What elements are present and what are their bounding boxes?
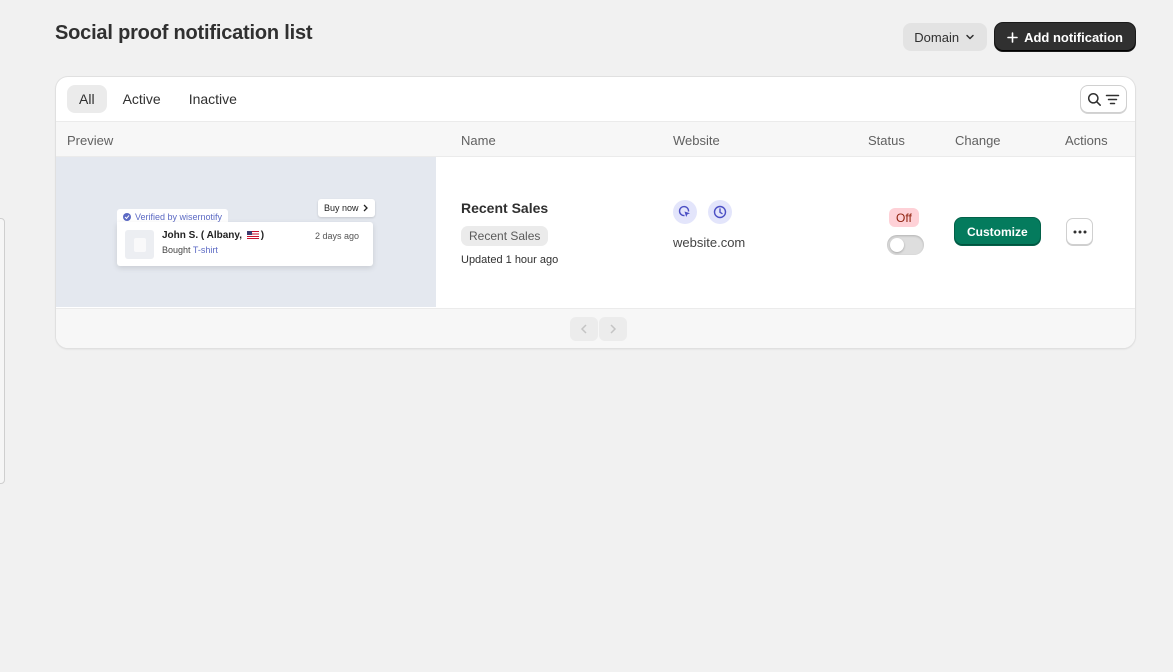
domain-dropdown-button[interactable]: Domain [903, 23, 988, 51]
bought-line: Bought T-shirt [162, 245, 218, 255]
domain-label: Domain [914, 29, 960, 45]
table-footer [56, 308, 1135, 348]
pagination [570, 317, 627, 341]
buy-now-button[interactable]: Buy now [318, 199, 375, 217]
more-actions-button[interactable] [1066, 218, 1093, 245]
column-header-change: Change [955, 133, 1001, 148]
notification-list-card: All Active Inactive Preview Name Website… [56, 77, 1135, 348]
previous-page-button[interactable] [570, 317, 598, 341]
header-actions: Domain Add notification [903, 23, 1135, 51]
table-header: Preview Name Website Status Change Actio… [56, 121, 1135, 157]
cursor-click-icon [673, 200, 697, 224]
column-header-name: Name [461, 133, 496, 148]
chevron-right-icon [610, 324, 617, 334]
notification-type-badge: Recent Sales [461, 226, 549, 246]
tab-active[interactable]: Active [111, 85, 173, 113]
chevron-left-icon [580, 324, 587, 334]
notification-name[interactable]: Recent Sales [461, 200, 548, 216]
search-filter-button[interactable] [1080, 85, 1127, 113]
bought-prefix: Bought [162, 245, 191, 255]
customer-location: John S. ( Albany, [162, 230, 243, 241]
product-thumbnail [125, 230, 154, 259]
website-url: website.com [673, 235, 746, 250]
notification-popup-preview: John S. ( Albany, ) 2 days ago Bought T-… [117, 222, 373, 266]
tab-inactive[interactable]: Inactive [177, 85, 249, 113]
verified-check-icon [123, 213, 131, 221]
product-name: T-shirt [192, 245, 218, 255]
notification-preview: Verified by wisernotify Buy now John S. … [56, 157, 436, 307]
status-badge: Off [889, 208, 919, 227]
filter-lines-icon [1105, 94, 1120, 104]
plus-icon [1007, 31, 1018, 43]
notification-time: 2 days ago [314, 231, 359, 241]
customize-button[interactable]: Customize [955, 218, 1040, 245]
chevron-right-icon [363, 204, 368, 212]
tab-all[interactable]: All [67, 85, 107, 113]
side-panel-edge [0, 218, 5, 484]
add-notification-button[interactable]: Add notification [995, 23, 1135, 51]
column-header-status: Status [868, 133, 905, 148]
table-row: Verified by wisernotify Buy now John S. … [56, 157, 1135, 307]
verified-text: Verified by wisernotify [135, 212, 223, 222]
ellipsis-icon [1073, 230, 1086, 233]
toggle-knob [890, 238, 904, 252]
filter-tabs: All Active Inactive [56, 77, 1135, 121]
us-flag-icon [246, 231, 259, 240]
column-header-website: Website [673, 133, 720, 148]
next-page-button[interactable] [599, 317, 627, 341]
customer-location-close: ) [260, 230, 265, 241]
search-icon [1087, 92, 1101, 106]
customer-name: John S. ( Albany, ) [162, 230, 264, 241]
column-header-actions: Actions [1065, 133, 1108, 148]
page-title: Social proof notification list [55, 22, 313, 44]
add-notification-label: Add notification [1024, 29, 1123, 45]
status-toggle[interactable] [887, 235, 924, 255]
updated-time: Updated 1 hour ago [461, 254, 559, 266]
column-header-preview: Preview [67, 133, 114, 148]
chevron-down-icon [966, 34, 974, 40]
clock-icon [708, 200, 732, 224]
buy-now-label: Buy now [324, 203, 359, 213]
